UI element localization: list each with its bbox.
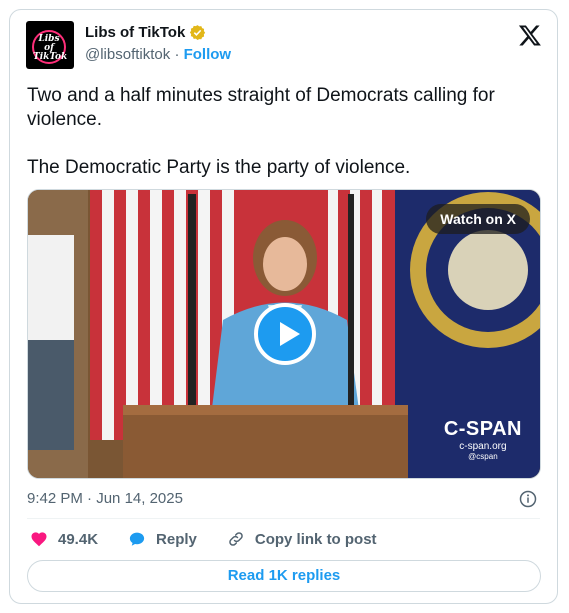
like-count: 49.4K <box>58 530 99 548</box>
video-player[interactable]: Watch on X C-SPAN c-span.org @cspan <box>27 189 541 479</box>
timestamp-date: Jun 14, 2025 <box>96 490 183 507</box>
tweet-card: Libs of TikTok Libs of TikTok @libsoftik… <box>9 9 558 604</box>
avatar-logo-text: Libs of TikTok <box>33 34 68 62</box>
cspan-handle: @cspan <box>468 452 498 461</box>
read-replies-button[interactable]: Read 1K replies <box>27 560 541 592</box>
copy-link-button[interactable]: Copy link to post <box>227 530 377 548</box>
reply-bubble-icon <box>129 532 145 546</box>
play-icon <box>280 322 300 346</box>
author-name[interactable]: Libs of TikTok <box>85 24 185 41</box>
reply-button[interactable]: Reply <box>128 530 197 548</box>
heart-icon <box>31 532 47 547</box>
reply-label: Reply <box>156 530 197 548</box>
link-icon <box>229 532 243 546</box>
like-button[interactable]: 49.4K <box>30 530 98 548</box>
play-button[interactable] <box>254 303 316 365</box>
cspan-network: C-SPAN <box>443 418 522 440</box>
follow-button[interactable]: Follow <box>184 46 232 63</box>
tweet-text-line: Two and a half minutes straight of Democ… <box>27 85 495 130</box>
handle-separator: · <box>174 46 180 63</box>
action-bar: 49.4K Reply Copy link to post <box>30 530 407 548</box>
tweet-text: Two and a half minutes straight of Democ… <box>27 84 537 180</box>
watch-on-x-button[interactable]: Watch on X <box>426 204 530 234</box>
avatar[interactable]: Libs of TikTok <box>26 21 74 69</box>
verified-badge-icon <box>190 25 206 40</box>
info-icon[interactable] <box>519 490 537 508</box>
timestamp-separator: · <box>87 490 93 507</box>
cspan-site: c-span.org <box>459 441 507 452</box>
author-handle[interactable]: @libsoftiktok <box>85 46 170 63</box>
timestamp-time: 9:42 PM <box>27 490 83 507</box>
x-logo-icon[interactable] <box>518 23 542 47</box>
author-handle-row: @libsoftiktok · Follow <box>85 46 231 63</box>
divider <box>27 518 540 519</box>
tweet-text-line: The Democratic Party is the party of vio… <box>27 157 411 178</box>
timestamp[interactable]: 9:42 PM · Jun 14, 2025 <box>27 490 183 507</box>
author-name-row: Libs of TikTok <box>85 24 206 41</box>
cspan-watermark: C-SPAN c-span.org @cspan <box>444 418 522 461</box>
copy-link-label: Copy link to post <box>254 530 377 548</box>
